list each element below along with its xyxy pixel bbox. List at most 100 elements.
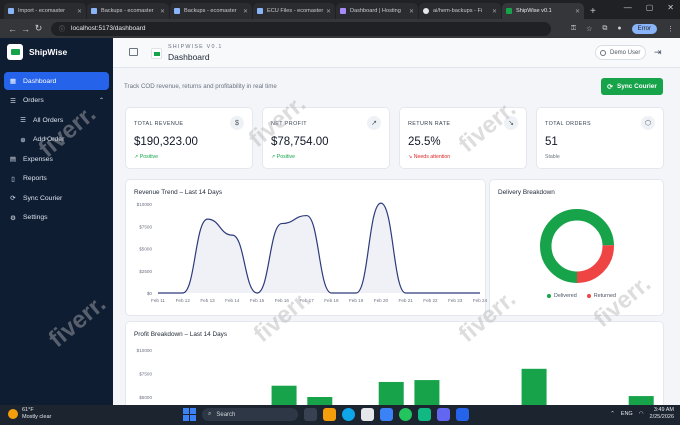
- taskbar-search[interactable]: ⌕ Search: [202, 408, 298, 421]
- x-tick-label: Feb 15: [250, 298, 265, 303]
- tab-favicon-icon: [174, 8, 180, 14]
- y-tick-label: $7500: [139, 372, 152, 377]
- sidebar-item-all-orders[interactable]: ☰ All Orders: [14, 111, 109, 129]
- kpi-card-net-profit: NET PROFIT ↗ $78,754.00 ↗ Positive: [262, 107, 390, 169]
- weather-sun-icon: [8, 409, 18, 419]
- tab-favicon-icon: [257, 8, 263, 14]
- browser-tab[interactable]: Backups - ecomaster ✕: [87, 3, 169, 19]
- orders-submenu: ☰ All Orders ⊕ Add Order: [4, 111, 109, 149]
- browser-tab[interactable]: ECU Files - ecomaster ✕: [253, 3, 335, 19]
- store-icon[interactable]: [361, 408, 374, 421]
- browser-tab[interactable]: Backups - ecomaster ✕: [170, 3, 252, 19]
- maximize-icon[interactable]: ▢: [646, 3, 654, 12]
- chrome-icon[interactable]: [399, 408, 412, 421]
- y-tick-label: $10000: [137, 348, 153, 353]
- app-window: ShipWise ▦ Dashboard ☰ Orders ⌃ ☰ All Or…: [0, 38, 680, 405]
- task-view-icon[interactable]: [304, 408, 317, 421]
- browser-tab[interactable]: Dashboard | Hosting ✕: [336, 3, 418, 19]
- profile-avatar[interactable]: ●: [617, 25, 621, 32]
- browser-tab-active[interactable]: ShipWise v0.1 ✕: [502, 3, 584, 19]
- minimize-icon[interactable]: —: [624, 3, 632, 12]
- tab-favicon-icon: [423, 8, 429, 14]
- user-menu-button[interactable]: Demo User: [595, 45, 646, 60]
- url-field[interactable]: ⓘ localhost:5173/dashboard: [51, 21, 551, 36]
- dollar-icon: $: [230, 116, 244, 130]
- y-tick-label: $5000: [139, 247, 152, 252]
- x-tick-label: Feb 14: [225, 298, 240, 303]
- revenue-trend-title: Revenue Trend – Last 14 Days: [134, 189, 223, 196]
- wifi-icon[interactable]: ◠: [639, 411, 644, 417]
- star-icon[interactable]: ☆: [586, 25, 592, 33]
- chevron-up-icon: ⌃: [98, 98, 104, 104]
- legend-item-returned: Returned: [586, 293, 616, 299]
- edge-icon[interactable]: [342, 408, 355, 421]
- back-arrow-icon[interactable]: ←: [6, 24, 19, 34]
- x-tick-label: Feb 16: [275, 298, 290, 303]
- sidebar-item-sync-courier[interactable]: ⟳ Sync Courier: [4, 189, 109, 207]
- reload-icon[interactable]: ↻: [32, 23, 45, 34]
- vscode-icon[interactable]: [380, 408, 393, 421]
- brand-name: ShipWise: [29, 47, 68, 57]
- menu-dots-icon[interactable]: ⋮: [667, 25, 674, 33]
- browser-address-bar: ← → ↻ ⓘ localhost:5173/dashboard ⚿ ☆ ⧉ ●…: [0, 19, 680, 38]
- forward-arrow-icon[interactable]: →: [19, 24, 32, 34]
- sync-icon: ⟳: [607, 83, 614, 91]
- app-icon[interactable]: [418, 408, 431, 421]
- logout-icon[interactable]: ⇥: [654, 47, 662, 58]
- trend-down-icon: ↘: [504, 116, 518, 130]
- brand[interactable]: ShipWise: [0, 38, 113, 66]
- close-icon[interactable]: ✕: [243, 8, 248, 15]
- list-icon: ☰: [10, 97, 16, 105]
- error-button[interactable]: Error: [631, 23, 657, 34]
- windows-start-icon[interactable]: [183, 408, 196, 421]
- profit-breakdown-panel: Profit Breakdown – Last 14 Days $10000 $7…: [125, 321, 664, 405]
- top-header: SHIPWISE V0.1 Dashboard Demo User ⇥: [113, 38, 680, 68]
- close-icon[interactable]: ✕: [160, 8, 165, 15]
- sidebar-item-settings[interactable]: ⚙ Settings: [4, 209, 109, 227]
- revenue-trend-panel: Revenue Trend – Last 14 Days $0 $2500 $500…: [125, 179, 488, 316]
- donut-inner-edge: [551, 220, 603, 272]
- profit-bar: [414, 380, 440, 405]
- delivery-legend: Delivered Returned: [547, 293, 616, 299]
- new-tab-plus-icon[interactable]: +: [590, 6, 596, 17]
- sidebar-toggle-icon[interactable]: [129, 48, 138, 56]
- app-icon[interactable]: [437, 408, 450, 421]
- chevron-up-icon[interactable]: ⌃: [610, 411, 615, 417]
- y-tick-label: $0: [147, 291, 153, 296]
- browser-tab[interactable]: ai/hem-backups - Fi ✕: [419, 3, 501, 19]
- x-tick-label: Feb 17: [299, 298, 314, 303]
- page-title: Dashboard: [168, 52, 210, 62]
- close-icon[interactable]: ✕: [575, 8, 580, 15]
- system-tray: ⌃ ENG ◠ 3:49 AM 2/25/2026: [610, 407, 674, 421]
- sidebar-item-expenses[interactable]: ▤ Expenses: [4, 150, 109, 168]
- profit-bar: [521, 368, 547, 405]
- brand-logo-icon: [7, 44, 23, 60]
- file-icon: ▯: [11, 175, 15, 183]
- revenue-area: [158, 203, 480, 293]
- vscode-icon[interactable]: [456, 408, 469, 421]
- browser-tab[interactable]: Import - ecomaster ✕: [4, 3, 86, 19]
- weather-widget[interactable]: 61°F Mostly clear: [8, 407, 51, 421]
- sidebar-item-add-order[interactable]: ⊕ Add Order: [14, 131, 109, 149]
- os-taskbar: 61°F Mostly clear ⌕ Search ⌃ ENG ◠ 3:49 …: [0, 405, 680, 425]
- sidebar-item-orders[interactable]: ☰ Orders ⌃: [4, 92, 109, 110]
- sync-courier-button[interactable]: ⟳ Sync Courier: [601, 78, 663, 95]
- profit-breakdown-title: Profit Breakdown – Last 14 Days: [134, 331, 228, 338]
- sync-icon: ⟳: [10, 195, 16, 202]
- sidebar-item-reports[interactable]: ▯ Reports: [4, 170, 109, 188]
- file-explorer-icon[interactable]: [323, 408, 336, 421]
- language-indicator[interactable]: ENG: [621, 411, 633, 417]
- extensions-icon[interactable]: ⧉: [602, 25, 607, 33]
- tab-favicon-icon: [91, 8, 97, 14]
- close-window-icon[interactable]: ✕: [667, 3, 674, 12]
- key-icon[interactable]: ⚿: [571, 25, 576, 33]
- delivery-breakdown-panel: Delivery Breakdown Delivered Returned: [489, 179, 664, 316]
- site-info-icon[interactable]: ⓘ: [59, 24, 65, 33]
- close-icon[interactable]: ✕: [409, 8, 414, 15]
- close-icon[interactable]: ✕: [492, 8, 497, 15]
- close-icon[interactable]: ✕: [326, 8, 331, 15]
- sidebar-item-dashboard[interactable]: ▦ Dashboard: [4, 72, 109, 90]
- close-icon[interactable]: ✕: [77, 8, 82, 15]
- clock[interactable]: 3:49 AM 2/25/2026: [650, 407, 674, 421]
- box-icon: ⬡: [641, 116, 655, 130]
